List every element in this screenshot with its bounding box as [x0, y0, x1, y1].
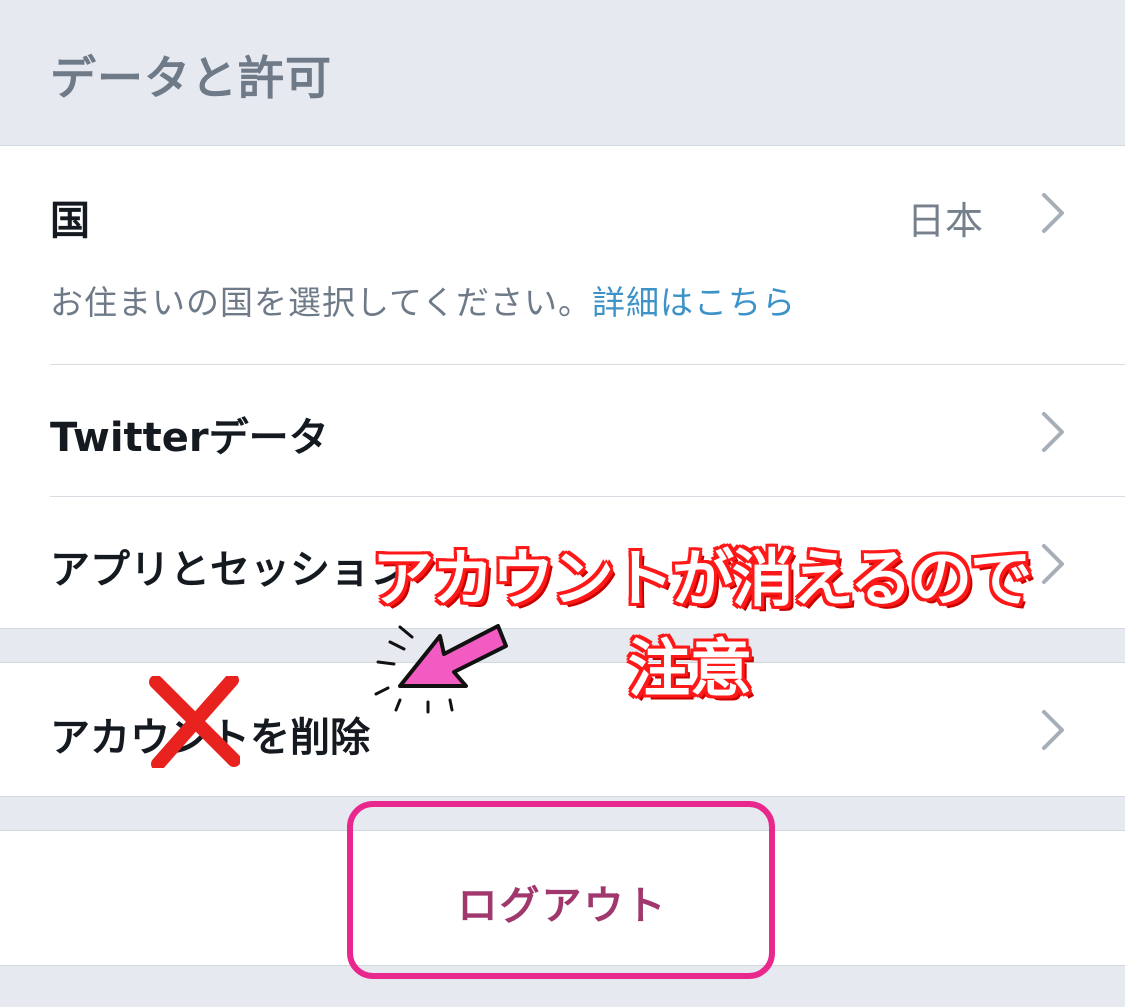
section-title: データと許可	[50, 51, 332, 105]
cross-mark-icon	[149, 676, 240, 768]
country-row[interactable]: 国 日本 お住まいの国を選択してください。詳細はこちら	[0, 146, 1125, 364]
chevron-right-icon	[1040, 192, 1066, 234]
apps-sessions-label: アプリとセッション	[50, 547, 410, 593]
chevron-right-icon	[1040, 543, 1066, 585]
learn-more-link[interactable]: 詳細はこちら	[592, 283, 796, 322]
logout-highlight-box	[347, 801, 775, 979]
twitter-data-label: Twitterデータ	[50, 415, 329, 461]
country-description: お住まいの国を選択してください。詳細はこちら	[50, 276, 796, 324]
warning-annotation-line2: 注意	[628, 632, 753, 705]
section-header: データと許可	[0, 0, 1125, 146]
country-value: 日本	[906, 199, 983, 243]
chevron-right-icon	[1040, 411, 1066, 453]
warning-annotation-line1: アカウントが消えるので	[372, 542, 1032, 615]
twitter-data-row[interactable]: Twitterデータ	[0, 365, 1125, 496]
chevron-right-icon	[1040, 709, 1066, 751]
country-description-text: お住まいの国を選択してください。	[50, 283, 593, 322]
country-label: 国	[50, 198, 90, 244]
pointer-arrow-icon	[374, 624, 508, 714]
